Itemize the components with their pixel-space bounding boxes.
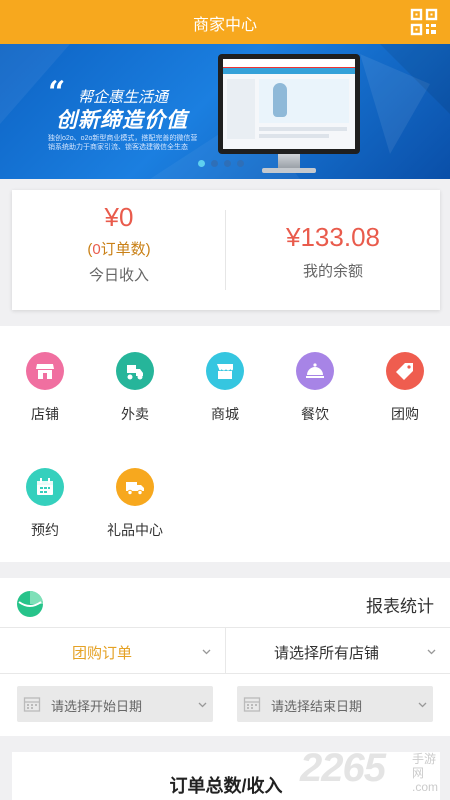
menu-label: 餐饮 <box>301 406 329 422</box>
carousel-dot[interactable] <box>237 160 244 167</box>
store-select[interactable]: 请选择所有店铺 <box>225 628 450 674</box>
today-income-label: 今日收入 <box>88 267 149 284</box>
income-balance-card: ¥0 (0订单数) 今日收入 ¥133.08 我的余额 <box>12 190 440 310</box>
end-date-picker[interactable]: 请选择结束日期 <box>237 686 433 722</box>
date-range: 请选择开始日期 请选择结束日期 <box>0 674 450 736</box>
banner-description: 独创o2o、o2o新型商业模式，搭配完善的微信营销系统助力于商家引流、锁客选建微… <box>48 135 198 151</box>
store-select-value: 请选择所有店铺 <box>274 645 380 662</box>
order-type-select[interactable]: 团购订单 <box>0 628 225 674</box>
report-filters: 团购订单 请选择所有店铺 <box>0 628 450 674</box>
menu-label: 预约 <box>31 522 59 538</box>
start-date-placeholder: 请选择开始日期 <box>51 699 143 714</box>
end-date-placeholder: 请选择结束日期 <box>271 699 363 714</box>
menu-label: 团购 <box>391 406 419 422</box>
menu-item-booking[interactable]: 预约 <box>0 468 90 540</box>
menu-item-dining[interactable]: 餐饮 <box>270 352 360 424</box>
order-count: (0订单数) <box>87 241 151 258</box>
dish-cover-icon <box>296 352 334 390</box>
today-income[interactable]: ¥0 (0订单数) 今日收入 <box>12 190 226 310</box>
my-balance[interactable]: ¥133.08 我的余额 <box>226 190 440 310</box>
monitor-stand <box>278 154 300 168</box>
top-bar: 商家中心 <box>0 0 450 44</box>
carousel-dot[interactable] <box>224 160 231 167</box>
menu-label: 店铺 <box>31 406 59 422</box>
report-title: 报表统计 <box>366 597 434 616</box>
monitor-illustration <box>218 54 360 154</box>
carousel-dot[interactable] <box>198 160 205 167</box>
menu-item-gift-center[interactable]: 礼品中心 <box>90 468 180 540</box>
chevron-down-icon <box>418 702 427 708</box>
calendar-icon <box>243 697 261 712</box>
qr-code-icon[interactable] <box>410 8 438 36</box>
delivery-scooter-icon <box>116 352 154 390</box>
truck-icon <box>116 468 154 506</box>
storefront-icon <box>206 352 244 390</box>
shop-icon <box>26 352 64 390</box>
tag-icon <box>386 352 424 390</box>
chevron-down-icon <box>427 649 436 655</box>
watermark-site: 手游网 .com <box>412 752 439 794</box>
menu-item-group-buy[interactable]: 团购 <box>360 352 450 424</box>
monitor-base <box>262 168 316 173</box>
page-title: 商家中心 <box>192 17 257 34</box>
order-type-value: 团购订单 <box>72 645 133 662</box>
start-date-picker[interactable]: 请选择开始日期 <box>17 686 213 722</box>
calendar-icon <box>26 468 64 506</box>
banner-headline: 创新缔造价值 <box>56 109 188 132</box>
carousel-dot[interactable] <box>211 160 218 167</box>
carousel-dots[interactable] <box>198 160 244 167</box>
pie-chart-icon <box>17 591 43 617</box>
menu-label: 商城 <box>211 406 239 422</box>
watermark-number: 2265 <box>300 746 386 790</box>
function-grid: 店铺 外卖 商城 餐饮 团购 预约 礼品中心 <box>0 326 450 562</box>
balance-label: 我的余额 <box>302 263 363 280</box>
today-income-amount: ¥0 <box>104 202 134 232</box>
menu-item-takeout[interactable]: 外卖 <box>90 352 180 424</box>
chevron-down-icon <box>202 649 211 655</box>
menu-item-mall[interactable]: 商城 <box>180 352 270 424</box>
menu-item-shop[interactable]: 店铺 <box>0 352 90 424</box>
menu-label: 礼品中心 <box>107 522 163 538</box>
promo-banner[interactable]: “ 帮企惠生活通 创新缔造价值 独创o2o、o2o新型商业模式，搭配完善的微信营… <box>0 44 450 179</box>
chevron-down-icon <box>198 702 207 708</box>
balance-amount: ¥133.08 <box>286 222 380 252</box>
calendar-icon <box>23 697 41 712</box>
menu-label: 外卖 <box>121 406 149 422</box>
report-section-header: 报表统计 <box>0 578 450 628</box>
